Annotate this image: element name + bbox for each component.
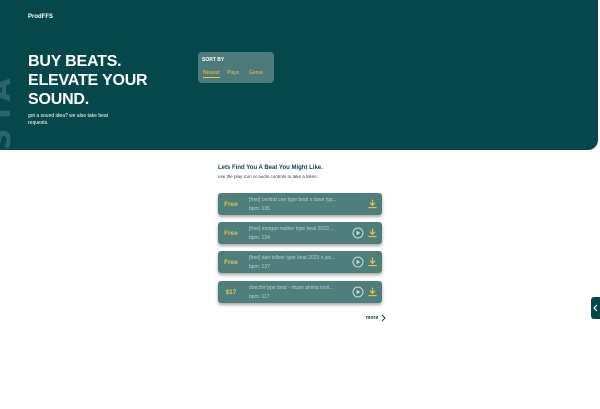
beat-bpm: bpm: 135 [249, 206, 270, 212]
side-panel-toggle[interactable] [591, 297, 600, 319]
download-icon[interactable] [368, 257, 377, 267]
more-link[interactable]: more [366, 314, 386, 322]
download-icon[interactable] [368, 228, 377, 238]
section-title: Lets Find You A Beat You Might Like. [218, 165, 323, 171]
play-circle-icon[interactable] [352, 286, 364, 298]
hero-watermark: SYA [0, 74, 18, 150]
hero-title: BUY BEATS. ELEVATE YOUR SOUND. [28, 53, 148, 108]
beat-title[interactable]: [free] central cee type beat x dave typ.… [249, 197, 349, 203]
beat-card[interactable]: Free [free] morgan wallen type beat 2023… [218, 222, 382, 244]
beat-title[interactable]: [free] dan tollver type beat 2023 x jus.… [249, 255, 349, 261]
beat-bpm: bpm: 137 [249, 264, 270, 270]
sort-label: SORT BY [202, 57, 225, 63]
hero-section: SYA ProdFFS BUY BEATS. ELEVATE YOUR SOUN… [0, 0, 598, 150]
beat-price: Free [224, 200, 238, 208]
download-icon[interactable] [368, 287, 377, 297]
brand-logo[interactable]: ProdFFS [28, 14, 53, 20]
sort-option-plays[interactable]: Plays [227, 70, 239, 76]
beat-bpm: bpm: 117 [249, 294, 270, 300]
beat-price: Free [224, 258, 238, 266]
beat-price: $17 [225, 288, 237, 296]
hero-subtitle: got a sound idea? we also take beat requ… [28, 113, 109, 126]
chevron-right-icon [381, 314, 386, 322]
more-label: more [366, 315, 379, 321]
beat-title[interactable]: [free] morgan wallen type beat 2023 ... [249, 226, 349, 232]
download-icon[interactable] [368, 199, 377, 209]
section-subtitle: use the play icon or audio controls to t… [218, 174, 318, 179]
beat-card[interactable]: Free [free] central cee type beat x dave… [218, 193, 382, 215]
sort-option-genre[interactable]: Genre [249, 70, 263, 76]
play-circle-icon[interactable] [352, 256, 364, 268]
beat-title[interactable]: doechii type beat - ntuan ahima insti... [249, 285, 349, 291]
chevron-left-icon [593, 304, 598, 312]
sort-option-newest[interactable]: Newest [203, 70, 220, 78]
play-circle-icon[interactable] [352, 227, 364, 239]
sort-panel: SORT BY Newest Plays Genre [198, 52, 274, 83]
beat-card[interactable]: $17 doechii type beat - ntuan ahima inst… [218, 281, 382, 303]
beat-bpm: bpm: 134 [249, 235, 270, 241]
beat-price: Free [224, 229, 238, 237]
beat-card[interactable]: Free [free] dan tollver type beat 2023 x… [218, 251, 382, 273]
